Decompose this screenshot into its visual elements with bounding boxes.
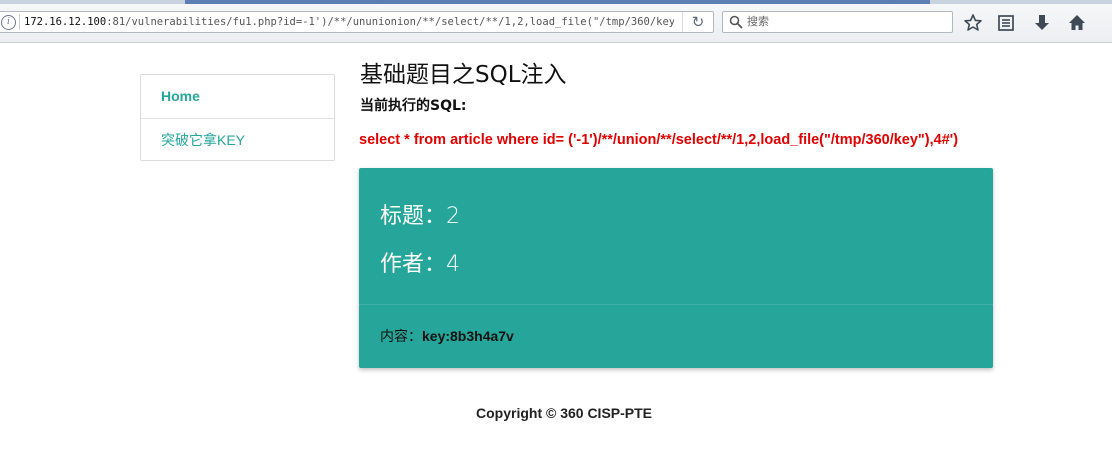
footer-copyright: Copyright © 360 CISP-PTE [476,405,653,421]
search-icon [729,15,743,29]
sidebar-item-get-key[interactable]: 突破它拿KEY [141,118,334,161]
browser-toolbar: i 172.16.12.100:81/vulnerabilities/fu1.p… [0,4,1112,43]
url-path: :81/vulnerabilities/fu1.php?id=-1')/**/u… [106,16,674,28]
search-placeholder: 搜索 [747,15,769,28]
title-field: 标题：2 [380,198,460,230]
sql-query-text: select * from article where id= ('-1')/*… [359,132,959,148]
search-bar[interactable]: 搜索 [722,11,953,33]
url-host: 172.16.12.100 [24,16,107,28]
address-bar[interactable]: i 172.16.12.100:81/vulnerabilities/fu1.p… [0,11,714,33]
address-url[interactable]: 172.16.12.100:81/vulnerabilities/fu1.php… [24,14,674,30]
home-icon[interactable] [1067,13,1087,33]
title-label: 标题： [380,204,447,229]
author-field: 作者：4 [380,246,460,278]
reload-icon[interactable]: ↻ [682,12,713,32]
info-icon[interactable]: i [1,15,16,30]
title-value: 2 [446,204,461,229]
content-value: key:8b3h4a7v [422,328,514,344]
address-separator [19,14,20,30]
sql-label: 当前执行的SQL: [360,98,467,114]
content-label: 内容： [380,329,422,345]
card-divider [359,304,993,305]
download-icon[interactable] [1032,13,1052,33]
reading-list-icon[interactable] [996,13,1016,33]
page-title: 基础题目之SQL注入 [360,62,567,88]
sidebar-item-home[interactable]: Home [141,75,334,118]
bookmark-star-icon[interactable] [963,13,983,33]
result-card: 标题：2 作者：4 内容：key:8b3h4a7v [359,168,993,368]
sidebar-menu: Home 突破它拿KEY [140,74,335,161]
author-label: 作者： [380,252,447,277]
content-field: 内容：key:8b3h4a7v [380,326,514,346]
author-value: 4 [446,252,461,277]
